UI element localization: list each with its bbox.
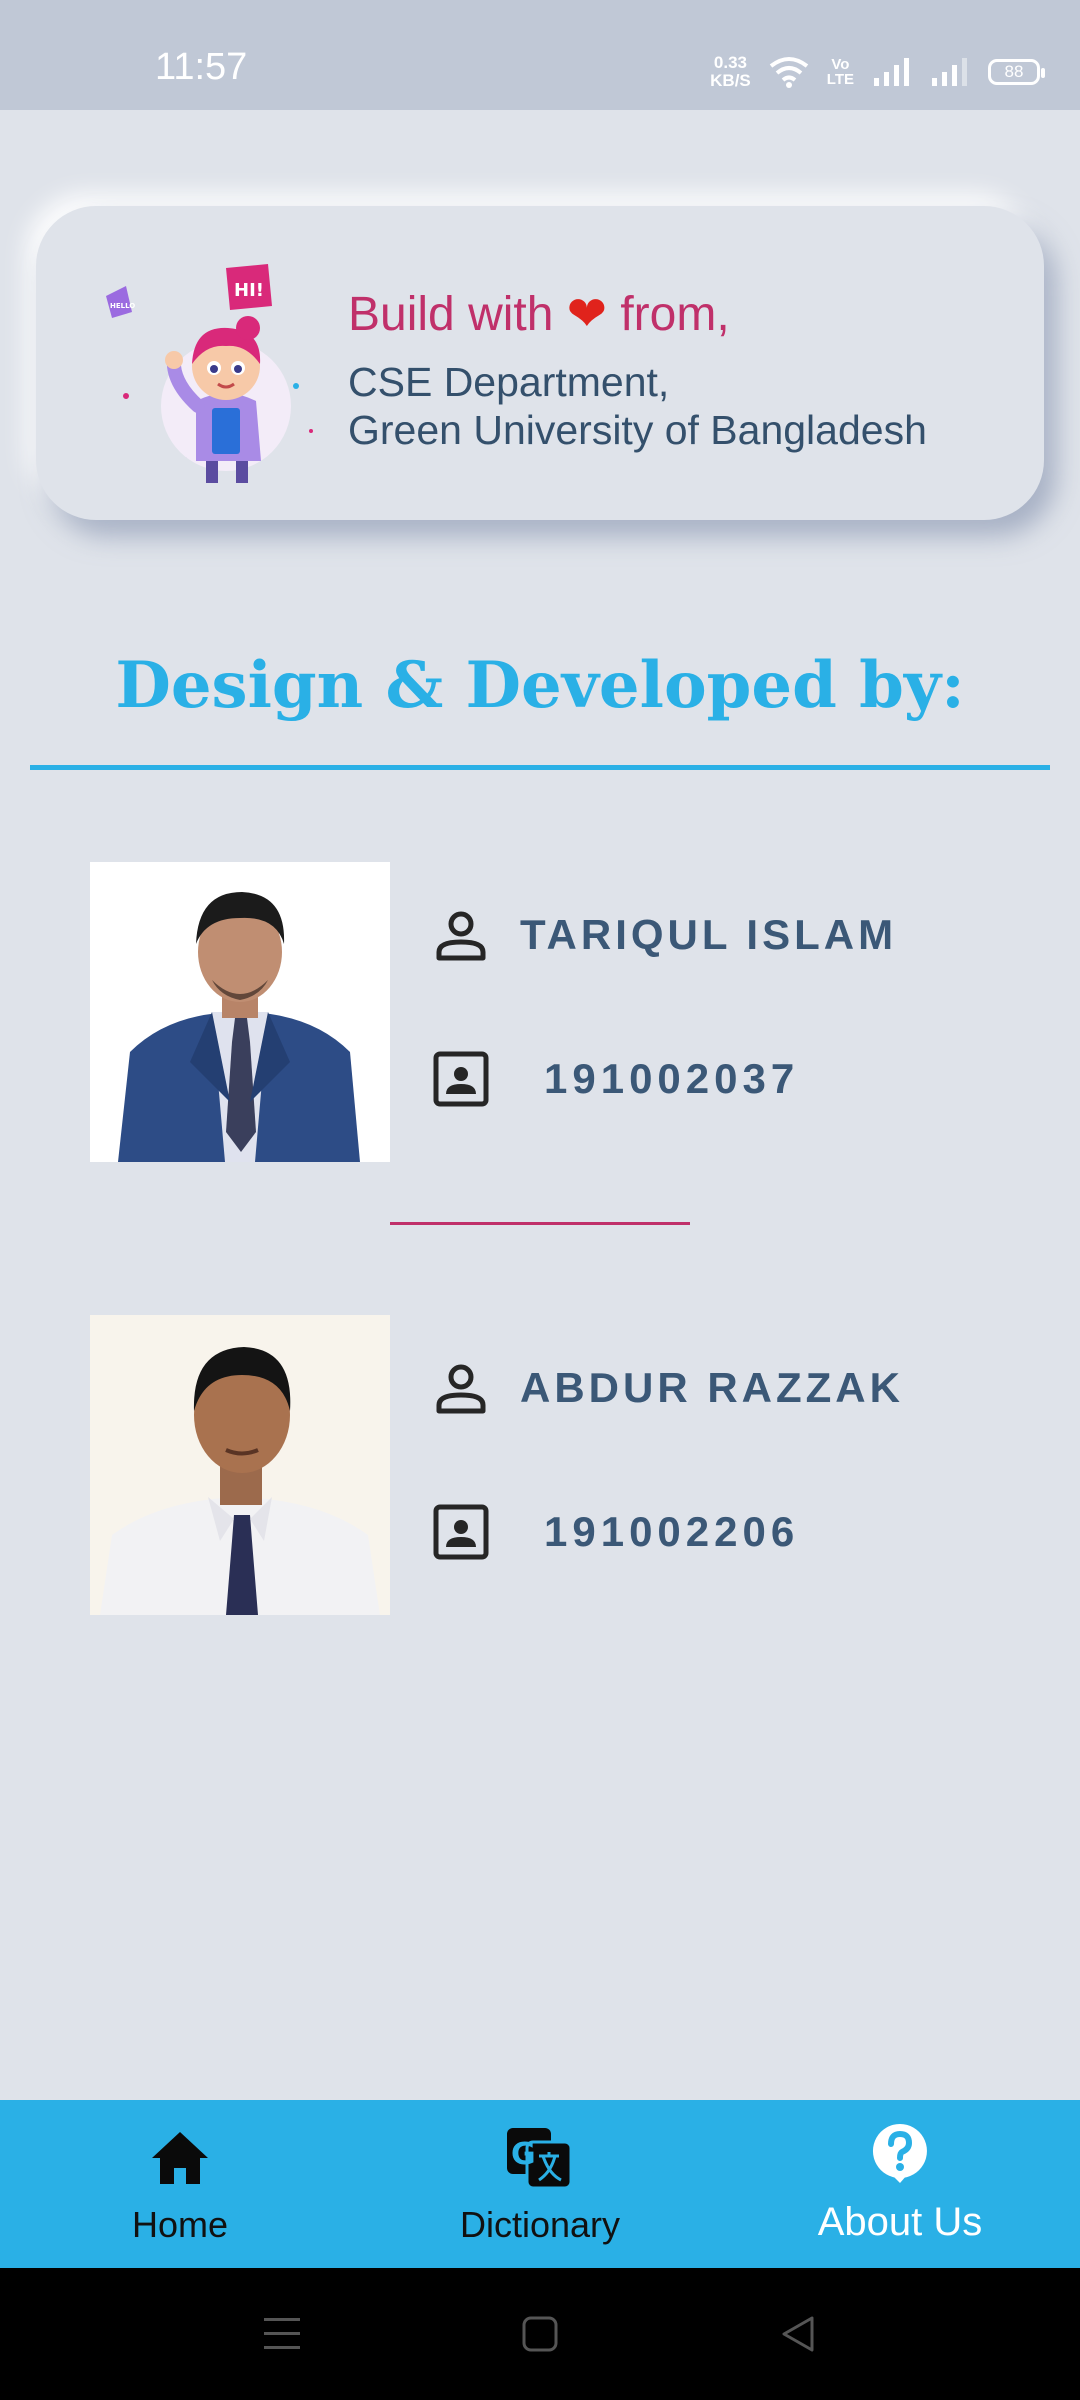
person-icon (430, 1357, 492, 1419)
back-triangle-icon[interactable] (778, 2314, 818, 2359)
section-title: Design & Developed by: (115, 648, 965, 723)
developer-id: 191002206 (544, 1508, 800, 1555)
status-icons: 0.33 KB/S Vo LTE 88 (710, 50, 1045, 94)
svg-text:G: G (511, 2137, 536, 2172)
id-card-icon (430, 1048, 492, 1110)
person-icon (430, 904, 492, 966)
developer-name: TARIQUL ISLAM (520, 911, 898, 958)
waving-girl-illustration: HELLO HI! (96, 256, 316, 486)
credit-card: HELLO HI! Build with ❤ from, CSE Departm… (36, 206, 1044, 520)
developer-card: ABDUR RAZZAK 191002206 (90, 1315, 1040, 1615)
nav-about-us[interactable]: About Us (720, 2100, 1080, 2268)
developer-name-row: ABDUR RAZZAK (430, 1357, 904, 1419)
status-bar: 11:57 0.33 KB/S Vo LTE 88 (0, 0, 1080, 110)
home-icon (150, 2130, 210, 2191)
volte-indicator: Vo LTE (826, 56, 854, 88)
title-divider (30, 765, 1050, 770)
wifi-icon (769, 56, 809, 88)
home-square-icon[interactable] (520, 2314, 560, 2359)
department-text: CSE Department, Green University of Bang… (348, 359, 927, 453)
developer-name-row: TARIQUL ISLAM (430, 904, 897, 966)
svg-text:HELLO: HELLO (110, 302, 135, 310)
developer-name: ABDUR RAZZAK (520, 1364, 904, 1411)
bottom-navigation: Home G Dictionary About Us (0, 2100, 1080, 2268)
developer-id-row: 191002037 (430, 1048, 799, 1110)
developer-card: TARIQUL ISLAM 191002037 (90, 862, 1040, 1162)
translate-icon: G (505, 2126, 575, 2197)
svg-text:HI!: HI! (234, 280, 264, 301)
network-speed: 0.33 KB/S (710, 53, 751, 90)
build-with-line: Build with ❤ from, (348, 288, 730, 341)
developer-photo (90, 862, 390, 1162)
system-navigation-bar (0, 2268, 1080, 2400)
signal-icon (872, 56, 912, 88)
help-circle-icon (871, 2122, 929, 2189)
nav-label-dictionary: Dictionary (459, 2204, 621, 2245)
nav-home[interactable]: Home (0, 2100, 360, 2268)
menu-icon[interactable] (262, 2314, 302, 2359)
battery-icon: 88 (988, 59, 1045, 85)
signal-icon (930, 56, 970, 88)
nav-label-home: Home (131, 2204, 229, 2245)
developer-photo (90, 1315, 390, 1615)
credit-text: Build with ❤ from, CSE Department, Green… (348, 286, 927, 454)
nav-dictionary[interactable]: G Dictionary (360, 2100, 720, 2268)
status-time: 11:57 (155, 46, 248, 88)
id-card-icon (430, 1501, 492, 1563)
heart-icon: ❤ (566, 288, 607, 341)
nav-label-about-us: About Us (817, 2200, 983, 2244)
developer-divider (390, 1222, 690, 1225)
developer-id: 191002037 (544, 1055, 800, 1102)
developer-id-row: 191002206 (430, 1501, 799, 1563)
